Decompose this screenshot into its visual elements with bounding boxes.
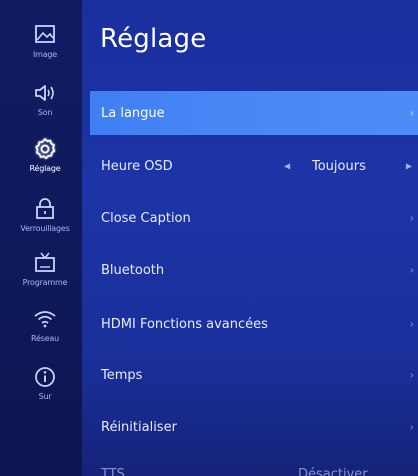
sidebar-item-label: Verrouillages [20, 224, 70, 233]
menu-item-hdmi-fonctions-avancees[interactable]: HDMI Fonctions avancées › [90, 302, 418, 346]
menu-item-heure-osd[interactable]: Heure OSD ◀ Toujours ▶ [90, 144, 418, 188]
gear-icon [35, 138, 56, 159]
lock-icon [36, 198, 54, 219]
sidebar-item-image[interactable]: Image [0, 22, 90, 80]
category-sidebar: Image Son Réglage Verrouillages Programm… [0, 0, 82, 476]
tv-icon [35, 252, 55, 272]
menu-item-la-langue[interactable]: La langue › [90, 91, 418, 135]
page-title: Réglage [100, 24, 207, 54]
info-icon [35, 367, 55, 387]
sidebar-item-label: Réglage [29, 164, 61, 173]
menu-item-label: Temps [101, 367, 143, 383]
sidebar-item-label: Son [37, 108, 53, 117]
menu-item-label: HDMI Fonctions avancées [101, 316, 268, 332]
menu-item-bluetooth[interactable]: Bluetooth › [90, 248, 418, 292]
sidebar-item-reseau[interactable]: Réseau [0, 306, 90, 364]
chevron-right-icon: › [409, 420, 414, 434]
menu-item-label: Heure OSD [101, 158, 173, 174]
chevron-right-icon: › [409, 317, 414, 331]
speaker-icon [35, 85, 54, 101]
menu-item-label: La langue [101, 105, 165, 121]
wifi-icon [34, 311, 56, 328]
chevron-right-icon: › [409, 263, 414, 277]
sidebar-item-label: Programme [22, 278, 68, 287]
sidebar-item-sur[interactable]: Sur [0, 364, 90, 422]
menu-item-label: Bluetooth [101, 262, 165, 278]
menu-item-label: TTS [101, 466, 125, 476]
sidebar-item-label: Réseau [31, 334, 59, 343]
chevron-right-icon: › [409, 368, 414, 382]
arrow-right-icon[interactable]: ▶ [406, 162, 412, 171]
sidebar-item-label: Sur [38, 392, 52, 401]
menu-item-temps[interactable]: Temps › [90, 353, 418, 397]
sidebar-item-label: Image [32, 50, 58, 59]
settings-screen: Image Son Réglage Verrouillages Programm… [0, 0, 418, 476]
picture-icon [35, 25, 55, 43]
menu-item-label: Close Caption [101, 210, 191, 226]
menu-item-tts[interactable]: TTS Désactiver [90, 452, 418, 476]
heure-osd-value: Toujours [312, 158, 366, 174]
tts-value: Désactiver [298, 466, 368, 476]
sidebar-item-reglage[interactable]: Réglage [0, 136, 90, 194]
sidebar-item-son[interactable]: Son [0, 80, 90, 138]
sidebar-item-programme[interactable]: Programme [0, 250, 90, 308]
menu-item-label: Réinitialiser [101, 419, 177, 435]
menu-item-reinitialiser[interactable]: Réinitialiser › [90, 405, 418, 449]
sidebar-item-verrouillages[interactable]: Verrouillages [0, 196, 90, 254]
chevron-right-icon: › [409, 106, 414, 120]
chevron-right-icon: › [409, 211, 414, 225]
arrow-left-icon[interactable]: ◀ [284, 162, 290, 171]
menu-item-close-caption[interactable]: Close Caption › [90, 196, 418, 240]
